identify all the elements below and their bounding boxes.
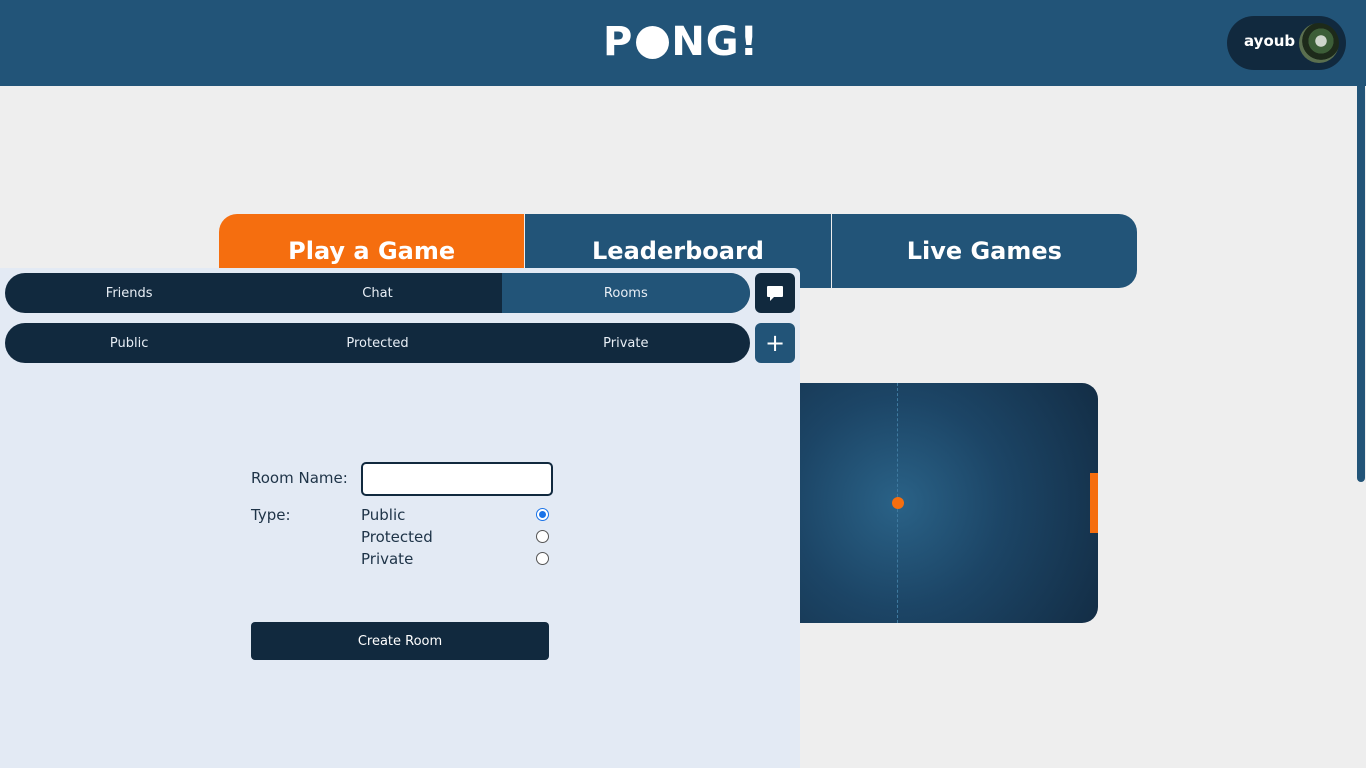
chat-toggle-button[interactable]: [755, 273, 795, 313]
chat-panel: Friends Chat Rooms Public Protected Priv…: [0, 268, 800, 768]
tab-protected-rooms[interactable]: Protected: [253, 323, 501, 363]
user-menu-button[interactable]: ayoub: [1227, 16, 1346, 70]
top-navbar: P NG! ayoub: [0, 0, 1366, 86]
type-option-protected-label: Protected: [361, 528, 433, 546]
tab-live-games[interactable]: Live Games: [830, 214, 1137, 288]
username-label: ayoub: [1244, 32, 1296, 50]
message-icon: [767, 285, 783, 301]
plus-icon: +: [764, 329, 786, 357]
add-room-button[interactable]: +: [755, 323, 795, 363]
logo-letters-ng: NG!: [671, 19, 759, 65]
room-name-label: Room Name:: [251, 469, 348, 487]
right-paddle: [1090, 473, 1098, 533]
tab-private-rooms[interactable]: Private: [502, 323, 750, 363]
game-ball: [892, 497, 904, 509]
type-option-private-label: Private: [361, 550, 414, 568]
type-public-radio[interactable]: [536, 508, 549, 521]
page-scrollbar[interactable]: [1357, 0, 1365, 482]
logo-ball-icon: [636, 25, 670, 59]
type-label: Type:: [251, 506, 291, 524]
create-room-button[interactable]: Create Room: [251, 622, 549, 660]
type-option-public-label: Public: [361, 506, 406, 524]
room-name-input[interactable]: [361, 462, 553, 496]
type-protected-radio[interactable]: [536, 530, 549, 543]
room-type-tabs: Public Protected Private: [5, 323, 750, 363]
chat-nav-tabs: Friends Chat Rooms: [5, 273, 750, 313]
tab-friends[interactable]: Friends: [5, 273, 253, 313]
tab-rooms[interactable]: Rooms: [501, 273, 750, 313]
logo-letter-p: P: [603, 19, 634, 65]
type-private-radio[interactable]: [536, 552, 549, 565]
avatar: [1299, 23, 1339, 63]
pong-logo[interactable]: P NG!: [603, 18, 759, 66]
tab-public-rooms[interactable]: Public: [5, 323, 253, 363]
tab-chat[interactable]: Chat: [253, 273, 501, 313]
